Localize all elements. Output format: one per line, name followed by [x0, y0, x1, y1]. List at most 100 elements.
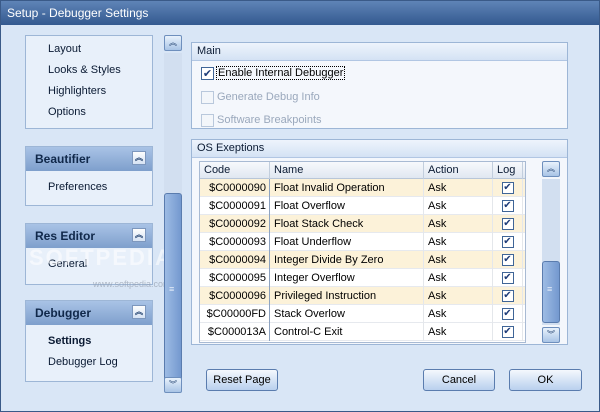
log-checkbox[interactable]: ✔	[501, 218, 514, 230]
table-row[interactable]: $C0000093 Float Underflow Ask ✔	[200, 233, 525, 251]
cell-name[interactable]: Stack Overlow	[270, 305, 424, 323]
cell-name[interactable]: Float Overflow	[270, 197, 424, 215]
enable-internal-debugger-checkbox[interactable]: ✔	[201, 66, 214, 80]
nav-item-general[interactable]: General	[48, 254, 152, 275]
nav-item-looks-styles[interactable]: Looks & Styles	[48, 60, 152, 81]
collapse-debugger-icon[interactable]: ︽	[132, 305, 146, 319]
table-row[interactable]: $C000013A Control-C Exit Ask ✔	[200, 323, 525, 341]
cell-code[interactable]: $C0000094	[200, 251, 270, 269]
column-header-name[interactable]: Name	[270, 162, 424, 179]
column-header-code[interactable]: Code	[200, 162, 270, 179]
res-editor-header[interactable]: Res Editor ︽	[26, 224, 152, 248]
debugger-title: Debugger	[35, 306, 92, 320]
log-checkbox[interactable]: ✔	[501, 254, 514, 266]
column-header-action[interactable]: Action	[424, 162, 493, 179]
cell-log: ✔	[493, 269, 523, 287]
res-editor-title: Res Editor	[35, 229, 96, 243]
nav-scrollbar[interactable]: ︽ ≡ ︾	[164, 35, 182, 393]
cancel-button[interactable]: Cancel	[423, 369, 495, 391]
table-row[interactable]: $C0000091 Float Overflow Ask ✔	[200, 197, 525, 215]
cell-code[interactable]: $C00000FD	[200, 305, 270, 323]
nav-group-beautifier: Beautifier ︽ Preferences	[25, 146, 153, 206]
collapse-beautifier-icon[interactable]: ︽	[132, 151, 146, 165]
log-checkbox[interactable]: ✔	[501, 200, 514, 212]
nav-item-debugger-log[interactable]: Debugger Log	[48, 352, 152, 373]
log-checkbox[interactable]: ✔	[501, 236, 514, 248]
cell-code[interactable]: $C0000096	[200, 287, 270, 305]
cell-code[interactable]: $C0000092	[200, 215, 270, 233]
cell-action[interactable]: Ask	[424, 323, 493, 341]
cell-code[interactable]: $C000013A	[200, 323, 270, 341]
nav-item-settings[interactable]: Settings	[48, 331, 152, 352]
window-title: Setup - Debugger Settings	[7, 6, 149, 20]
log-checkbox[interactable]: ✔	[501, 326, 514, 338]
nav-item-highlighters[interactable]: Highlighters	[48, 81, 152, 102]
software-breakpoints-label: Software Breakpoints	[217, 114, 322, 126]
log-checkbox[interactable]: ✔	[501, 290, 514, 302]
log-checkbox[interactable]: ✔	[501, 272, 514, 284]
cell-name[interactable]: Control-C Exit	[270, 323, 424, 341]
cell-action[interactable]: Ask	[424, 287, 493, 305]
cell-log: ✔	[493, 179, 523, 197]
ok-button[interactable]: OK	[509, 369, 582, 391]
cell-name[interactable]: Integer Overflow	[270, 269, 424, 287]
cell-code[interactable]: $C0000090	[200, 179, 270, 197]
table-scrollbar[interactable]: ︽ ≡ ︾	[542, 161, 560, 343]
cell-name[interactable]: Integer Divide By Zero	[270, 251, 424, 269]
table-row[interactable]: $C0000092 Float Stack Check Ask ✔	[200, 215, 525, 233]
debugger-header[interactable]: Debugger ︽	[26, 301, 152, 325]
cell-code[interactable]: $C0000093	[200, 233, 270, 251]
grip-icon: ≡	[169, 284, 175, 294]
column-header-log[interactable]: Log	[493, 162, 523, 179]
cell-log: ✔	[493, 197, 523, 215]
nav-group-res-editor: Res Editor ︽ General	[25, 223, 153, 285]
cell-action[interactable]: Ask	[424, 305, 493, 323]
table-scroll-up-icon[interactable]: ︽	[542, 161, 560, 177]
cell-action[interactable]: Ask	[424, 233, 493, 251]
os-exceptions-title: OS Exeptions	[192, 140, 567, 158]
scroll-down-icon[interactable]: ︾	[164, 377, 182, 393]
nav-item-preferences[interactable]: Preferences	[48, 177, 152, 198]
table-scroll-track[interactable]: ≡	[542, 179, 560, 325]
cell-log: ✔	[493, 215, 523, 233]
log-checkbox[interactable]: ✔	[501, 308, 514, 320]
nav-item-layout[interactable]: Layout	[48, 39, 152, 60]
beautifier-header[interactable]: Beautifier ︽	[26, 147, 152, 171]
cell-log: ✔	[493, 305, 523, 323]
enable-internal-debugger-row[interactable]: ✔ Enable Internal Debugger	[201, 63, 346, 83]
cell-name[interactable]: Float Stack Check	[270, 215, 424, 233]
cell-action[interactable]: Ask	[424, 215, 493, 233]
cell-code[interactable]: $C0000091	[200, 197, 270, 215]
software-breakpoints-checkbox	[201, 113, 214, 127]
table-scroll-down-icon[interactable]: ︾	[542, 327, 560, 343]
enable-internal-debugger-label[interactable]: Enable Internal Debugger	[215, 66, 346, 80]
cell-log: ✔	[493, 251, 523, 269]
cell-action[interactable]: Ask	[424, 179, 493, 197]
scroll-up-icon[interactable]: ︽	[164, 35, 182, 51]
nav-scroll-track[interactable]: ≡	[164, 53, 182, 391]
generate-debug-info-checkbox	[201, 90, 214, 104]
cell-name[interactable]: Float Underflow	[270, 233, 424, 251]
cell-log: ✔	[493, 323, 523, 341]
reset-page-button[interactable]: Reset Page	[206, 369, 278, 391]
table-row[interactable]: $C0000095 Integer Overflow Ask ✔	[200, 269, 525, 287]
table-row[interactable]: $C0000096 Privileged Instruction Ask ✔	[200, 287, 525, 305]
table-scroll-thumb[interactable]: ≡	[542, 261, 560, 323]
table-row[interactable]: $C0000094 Integer Divide By Zero Ask ✔	[200, 251, 525, 269]
cell-name[interactable]: Float Invalid Operation	[270, 179, 424, 197]
cell-name[interactable]: Privileged Instruction	[270, 287, 424, 305]
software-breakpoints-row: Software Breakpoints	[201, 110, 322, 130]
cell-log: ✔	[493, 287, 523, 305]
nav-item-options[interactable]: Options	[48, 102, 152, 123]
nav-scroll-thumb[interactable]: ≡	[164, 193, 182, 391]
grip-icon: ≡	[547, 284, 553, 294]
cell-code[interactable]: $C0000095	[200, 269, 270, 287]
table-row[interactable]: $C00000FD Stack Overlow Ask ✔	[200, 305, 525, 323]
setup-window: Setup - Debugger Settings Layout Looks &…	[0, 0, 600, 412]
table-row[interactable]: $C0000090 Float Invalid Operation Ask ✔	[200, 179, 525, 197]
collapse-res-editor-icon[interactable]: ︽	[132, 228, 146, 242]
cell-action[interactable]: Ask	[424, 197, 493, 215]
log-checkbox[interactable]: ✔	[501, 182, 514, 194]
cell-action[interactable]: Ask	[424, 251, 493, 269]
cell-action[interactable]: Ask	[424, 269, 493, 287]
